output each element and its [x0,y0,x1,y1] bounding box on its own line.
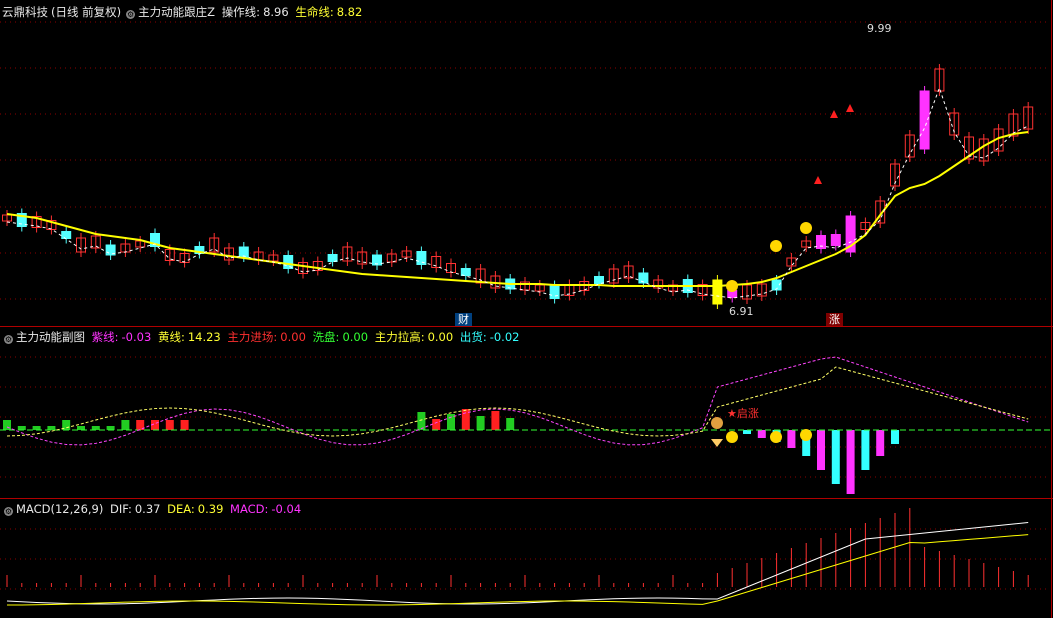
momentum-bar [91,426,100,430]
momentum-bar [817,430,825,470]
momentum-bar [891,430,899,444]
momentum-chart[interactable] [0,327,1053,498]
life-line-label: 生命线: [295,5,334,19]
gear-icon[interactable]: ⚙ [126,10,136,19]
momentum-bar [831,430,840,484]
smiley-icon [726,431,738,443]
pull-label: 主力拉高: [374,330,425,344]
dif-line [6,522,1029,605]
momentum-bar [32,426,41,430]
momentum-bar [165,420,174,430]
smiley-icon [800,429,812,441]
low-price-label: 6.91 [729,305,754,318]
smiley-icon [726,280,738,292]
yellow-label: 黄线: [157,330,185,344]
enter-label: 主力进场: [227,330,278,344]
momentum-bar [743,430,751,434]
yellow-line [6,366,1029,437]
wash-label: 洗盘: [312,330,340,344]
diamond-icon [711,439,723,447]
arrow-up-icon [814,176,822,184]
smiley-icon [770,431,782,443]
momentum-bar [77,426,85,430]
stock-name: 云鼎科技 [2,5,48,19]
momentum-bar [876,430,885,456]
sub-chart-panel[interactable]: ⚙ 主力动能副图 紫线: -0.03 黄线: 14.23 主力进场: 0.00 洗盘: 0… [0,327,1053,498]
arrow-up-icon [846,104,854,112]
smiley-icon [770,240,782,252]
dea-value: 0.39 [197,502,224,516]
momentum-bar [417,412,426,430]
momentum-bar [861,430,870,470]
main-chart-panel[interactable]: 云鼎科技 (日线 前复权) ⚙ 主力动能跟庄Z 操作线: 8.96 生命线: 8.82 9… [0,0,1053,326]
candle-body [594,276,604,284]
pull-value: 0.00 [427,330,454,344]
macd-indicator-name[interactable]: MACD(12,26,9) [16,502,103,516]
op-line [6,86,1029,299]
momentum-bar [106,426,115,430]
gear-icon[interactable]: ⚙ [4,507,13,516]
yellow-value: 14.23 [187,330,221,344]
momentum-bar [180,420,189,430]
purple-label: 紫线: [91,330,119,344]
life-line-value: 8.82 [336,5,363,19]
momentum-bar [846,430,855,494]
momentum-bar [47,426,56,430]
right-border [1051,0,1052,618]
momentum-bar [3,420,11,430]
macd-header: ⚙ MACD(12,26,9) DIF: 0.37 DEA: 0.39 MACD: -0… [2,501,304,517]
sub-header: ⚙ 主力动能副图 紫线: -0.03 黄线: 14.23 主力进场: 0.00 洗盘: 0… [2,329,522,345]
candle-body [712,279,723,305]
momentum-bar [757,430,766,438]
arrow-up-icon [830,110,838,118]
macd-panel[interactable]: ⚙ MACD(12,26,9) DIF: 0.37 DEA: 0.39 MACD: -0… [0,499,1053,618]
main-header: 云鼎科技 (日线 前复权) ⚙ 主力动能跟庄Z 操作线: 8.96 生命线: 8.82 [2,4,365,20]
dif-label: DIF: [110,502,132,516]
smiley-icon [800,222,812,234]
enter-value: 0.00 [280,330,306,344]
candle-body [830,234,841,246]
indicator-name[interactable]: 主力动能跟庄Z [138,5,215,19]
dea-line [6,534,1029,606]
momentum-bar [121,420,130,430]
op-line-label: 操作线: [221,5,261,19]
candle-body [460,268,471,276]
marker-zhang: 涨 [826,313,843,326]
candle-body [283,255,294,269]
life-line [6,131,1029,287]
momentum-bar [787,430,796,448]
ship-value: -0.02 [489,330,520,344]
wash-value: 0.00 [342,330,369,344]
moneybag-icon [711,417,723,429]
dif-value: 0.37 [134,502,161,516]
macd-value: -0.04 [271,502,302,516]
candle-body [816,235,826,249]
sub-indicator-name[interactable]: 主力动能副图 [16,330,85,344]
candle-body [61,231,72,239]
candlestick-chart[interactable] [0,0,1053,326]
purple-value: -0.03 [121,330,152,344]
momentum-bar [476,416,485,430]
purple-line [6,356,1029,446]
momentum-bar [491,411,500,430]
candle-body [549,285,560,299]
ship-label: 出货: [459,330,487,344]
candle-body [327,254,338,262]
period-label: (日线 前复权) [51,5,122,19]
marker-cai: 财 [455,313,472,326]
op-line-value: 8.96 [263,5,289,19]
high-price-label: 9.99 [867,22,892,35]
gear-icon[interactable]: ⚙ [4,335,13,344]
start-rise-label: ★启涨 [727,407,759,420]
momentum-bar [432,419,441,430]
macd-label: MACD: [230,502,269,516]
dea-label: DEA: [167,502,195,516]
momentum-bar [506,418,515,430]
momentum-bar [17,426,26,430]
